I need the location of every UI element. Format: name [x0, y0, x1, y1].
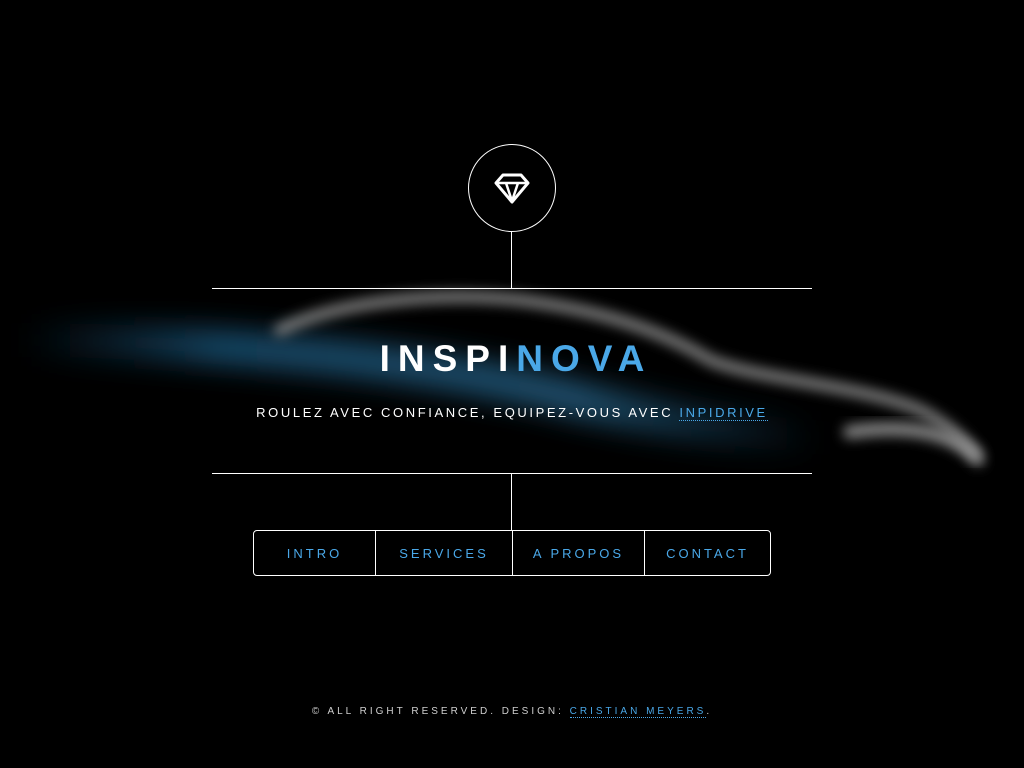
- bottom-divider: [212, 473, 812, 474]
- site-title-part1: INSPI: [379, 338, 517, 379]
- nav-contact[interactable]: CONTACT: [644, 531, 770, 575]
- page: INSPINOVA ROULEZ AVEC CONFIANCE, EQUIPEZ…: [0, 0, 1024, 768]
- footer-end: .: [706, 706, 713, 717]
- nav-services[interactable]: SERVICES: [375, 531, 512, 575]
- site-title: INSPINOVA: [212, 337, 812, 381]
- logo-connector-line: [511, 232, 512, 289]
- footer-designer-link[interactable]: CRISTIAN MEYERS: [569, 706, 707, 718]
- diamond-icon: [494, 173, 530, 204]
- main-nav: INTRO SERVICES A PROPOS CONTACT: [253, 530, 771, 576]
- footer-text: © ALL RIGHT RESERVED. DESIGN:: [311, 706, 570, 717]
- nav-intro[interactable]: INTRO: [254, 531, 375, 575]
- tagline-text: ROULEZ AVEC CONFIANCE, EQUIPEZ-VOUS AVEC: [256, 405, 680, 420]
- top-divider: [212, 288, 812, 289]
- tagline: ROULEZ AVEC CONFIANCE, EQUIPEZ-VOUS AVEC…: [112, 404, 912, 422]
- nav-a-propos[interactable]: A PROPOS: [512, 531, 644, 575]
- tagline-link[interactable]: INPIDRIVE: [679, 405, 768, 421]
- car-silhouette-background: [19, 291, 984, 466]
- site-title-part2: NOVA: [516, 338, 653, 379]
- footer: © ALL RIGHT RESERVED. DESIGN: CRISTIAN M…: [112, 705, 912, 719]
- nav-connector-line: [511, 474, 512, 530]
- logo: [468, 144, 556, 232]
